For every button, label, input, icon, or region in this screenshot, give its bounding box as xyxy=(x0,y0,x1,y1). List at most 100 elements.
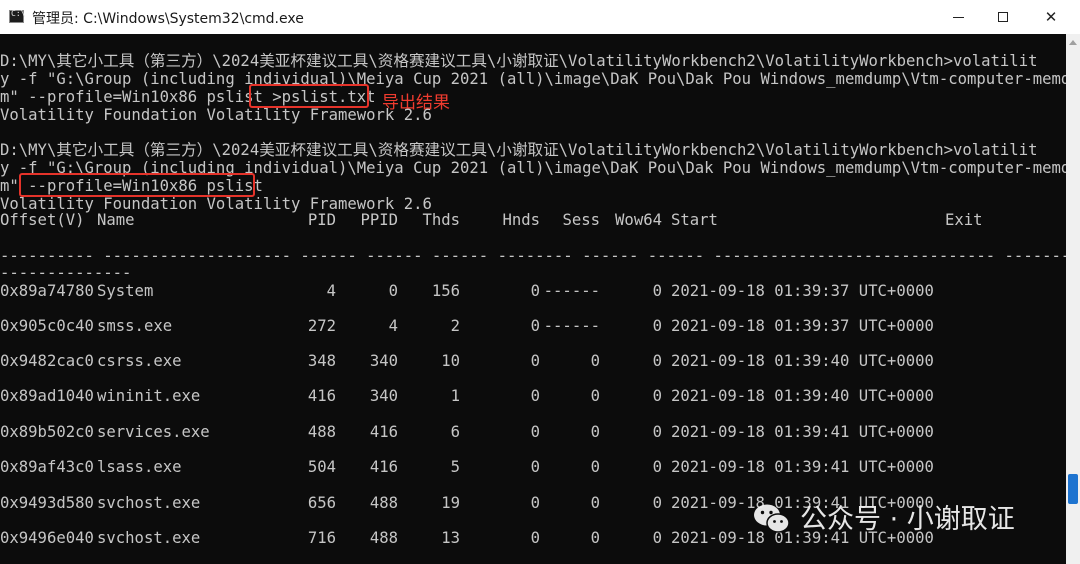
cell-hnds: 0 xyxy=(530,282,540,300)
cell-ppid: 416 xyxy=(369,458,398,476)
cell-thds: 5 xyxy=(450,458,460,476)
close-button[interactable]: ✕ xyxy=(1028,0,1074,34)
cell-start: 2021-09-18 01:39:37 UTC+0000 xyxy=(671,317,934,335)
minimize-button[interactable] xyxy=(935,0,981,34)
cell-hnds: 0 xyxy=(530,423,540,441)
cell-hnds: 0 xyxy=(530,352,540,370)
header-wow64: Wow64 xyxy=(615,211,662,229)
header-separator: -------------- xyxy=(0,264,132,282)
cell-offset: 0x9482cac0 xyxy=(0,352,94,370)
cell-ppid: 340 xyxy=(369,387,398,405)
cell-sess: 0 xyxy=(590,352,600,370)
header-offset: Offset(V) xyxy=(0,211,85,229)
cell-pid: 504 xyxy=(307,458,336,476)
cell-wow64: 0 xyxy=(652,458,662,476)
cell-thds: 10 xyxy=(441,352,460,370)
header-ppid: PPID xyxy=(360,211,398,229)
console-output[interactable]: D:\MY\其它小工具（第三方）\2024美亚杯建议工具\资格赛建议工具\小谢取… xyxy=(0,34,1066,564)
cell-start: 2021-09-18 01:39:40 UTC+0000 xyxy=(671,387,934,405)
cell-wow64: 0 xyxy=(652,352,662,370)
watermark: 公众号 · 小谢取证 xyxy=(752,500,1052,540)
cell-hnds: 0 xyxy=(530,494,540,512)
cell-thds: 1 xyxy=(450,387,460,405)
console-line: D:\MY\其它小工具（第三方）\2024美亚杯建议工具\资格赛建议工具\小谢取… xyxy=(0,52,1038,70)
cell-offset: 0x9493d580 xyxy=(0,494,94,512)
cell-ppid: 4 xyxy=(388,317,398,335)
header-start: Start xyxy=(671,211,718,229)
title-bar[interactable]: C:\ 管理员: C:\Windows\System32\cmd.exe ✕ xyxy=(0,0,1080,34)
cell-name: csrss.exe xyxy=(97,352,182,370)
header-sess: Sess xyxy=(562,211,600,229)
console-line: y -f "G:\Group (including individual)\Me… xyxy=(0,70,1066,88)
cell-name: wininit.exe xyxy=(97,387,201,405)
cell-pid: 4 xyxy=(326,282,336,300)
cell-sess: ------ xyxy=(543,317,600,335)
cell-name: lsass.exe xyxy=(97,458,182,476)
cell-start: 2021-09-18 01:39:41 UTC+0000 xyxy=(671,458,934,476)
cell-sess: 0 xyxy=(590,423,600,441)
console-line: Volatility Foundation Volatility Framewo… xyxy=(0,106,432,124)
cell-start: 2021-09-18 01:39:40 UTC+0000 xyxy=(671,352,934,370)
cell-ppid: 0 xyxy=(388,282,398,300)
cell-wow64: 0 xyxy=(652,529,662,547)
header-name: Name xyxy=(97,211,135,229)
console-line: D:\MY\其它小工具（第三方）\2024美亚杯建议工具\资格赛建议工具\小谢取… xyxy=(0,141,1038,159)
cell-ppid: 488 xyxy=(369,494,398,512)
profile-highlight-box xyxy=(19,173,255,197)
cell-start: 2021-09-18 01:39:37 UTC+0000 xyxy=(671,282,934,300)
cell-wow64: 0 xyxy=(652,494,662,512)
cell-name: svchost.exe xyxy=(97,529,201,547)
cell-pid: 656 xyxy=(307,494,336,512)
cell-hnds: 0 xyxy=(530,317,540,335)
cell-sess: 0 xyxy=(590,458,600,476)
cell-ppid: 488 xyxy=(369,529,398,547)
cell-name: System xyxy=(97,282,154,300)
export-note: 导出结果 xyxy=(382,93,450,113)
cell-thds: 19 xyxy=(441,494,460,512)
cell-sess: 0 xyxy=(590,387,600,405)
cell-thds: 2 xyxy=(450,317,460,335)
cell-offset: 0x905c0c40 xyxy=(0,317,94,335)
cell-name: smss.exe xyxy=(97,317,173,335)
cell-name: svchost.exe xyxy=(97,494,201,512)
cell-thds: 156 xyxy=(431,282,460,300)
scroll-up-icon[interactable] xyxy=(1069,40,1077,45)
maximize-icon xyxy=(998,12,1008,22)
wechat-icon xyxy=(754,504,790,533)
cell-name: services.exe xyxy=(97,423,210,441)
window-title: 管理员: C:\Windows\System32\cmd.exe xyxy=(32,11,304,27)
cell-offset: 0x89af43c0 xyxy=(0,458,94,476)
cell-hnds: 0 xyxy=(530,387,540,405)
cell-pid: 272 xyxy=(307,317,336,335)
minimize-icon xyxy=(952,16,964,18)
cell-hnds: 0 xyxy=(530,529,540,547)
cell-offset: 0x89b502c0 xyxy=(0,423,94,441)
cell-offset: 0x89a74780 xyxy=(0,282,94,300)
maximize-button[interactable] xyxy=(980,0,1026,34)
cell-sess: 0 xyxy=(590,494,600,512)
cell-ppid: 416 xyxy=(369,423,398,441)
cell-sess: 0 xyxy=(590,529,600,547)
cell-offset: 0x9496e040 xyxy=(0,529,94,547)
cell-pid: 348 xyxy=(307,352,336,370)
vertical-scrollbar[interactable] xyxy=(1066,34,1080,564)
cell-start: 2021-09-18 01:39:41 UTC+0000 xyxy=(671,423,934,441)
cell-wow64: 0 xyxy=(652,423,662,441)
close-icon: ✕ xyxy=(1044,8,1058,26)
cell-thds: 13 xyxy=(441,529,460,547)
header-hnds: Hnds xyxy=(502,211,540,229)
cell-wow64: 0 xyxy=(652,387,662,405)
cell-pid: 416 xyxy=(307,387,336,405)
redirect-highlight-box xyxy=(249,84,369,108)
cmd-icon: C:\ xyxy=(9,9,25,23)
cell-wow64: 0 xyxy=(652,317,662,335)
scroll-thumb[interactable] xyxy=(1068,474,1078,504)
watermark-text: 公众号 · 小谢取证 xyxy=(800,504,1015,535)
cell-wow64: 0 xyxy=(652,282,662,300)
cell-pid: 488 xyxy=(307,423,336,441)
header-separator: ---------- -------------------- ------ -… xyxy=(0,247,1066,265)
cell-ppid: 340 xyxy=(369,352,398,370)
header-thds: Thds xyxy=(422,211,460,229)
header-exit: Exit xyxy=(945,211,983,229)
cell-thds: 6 xyxy=(450,423,460,441)
